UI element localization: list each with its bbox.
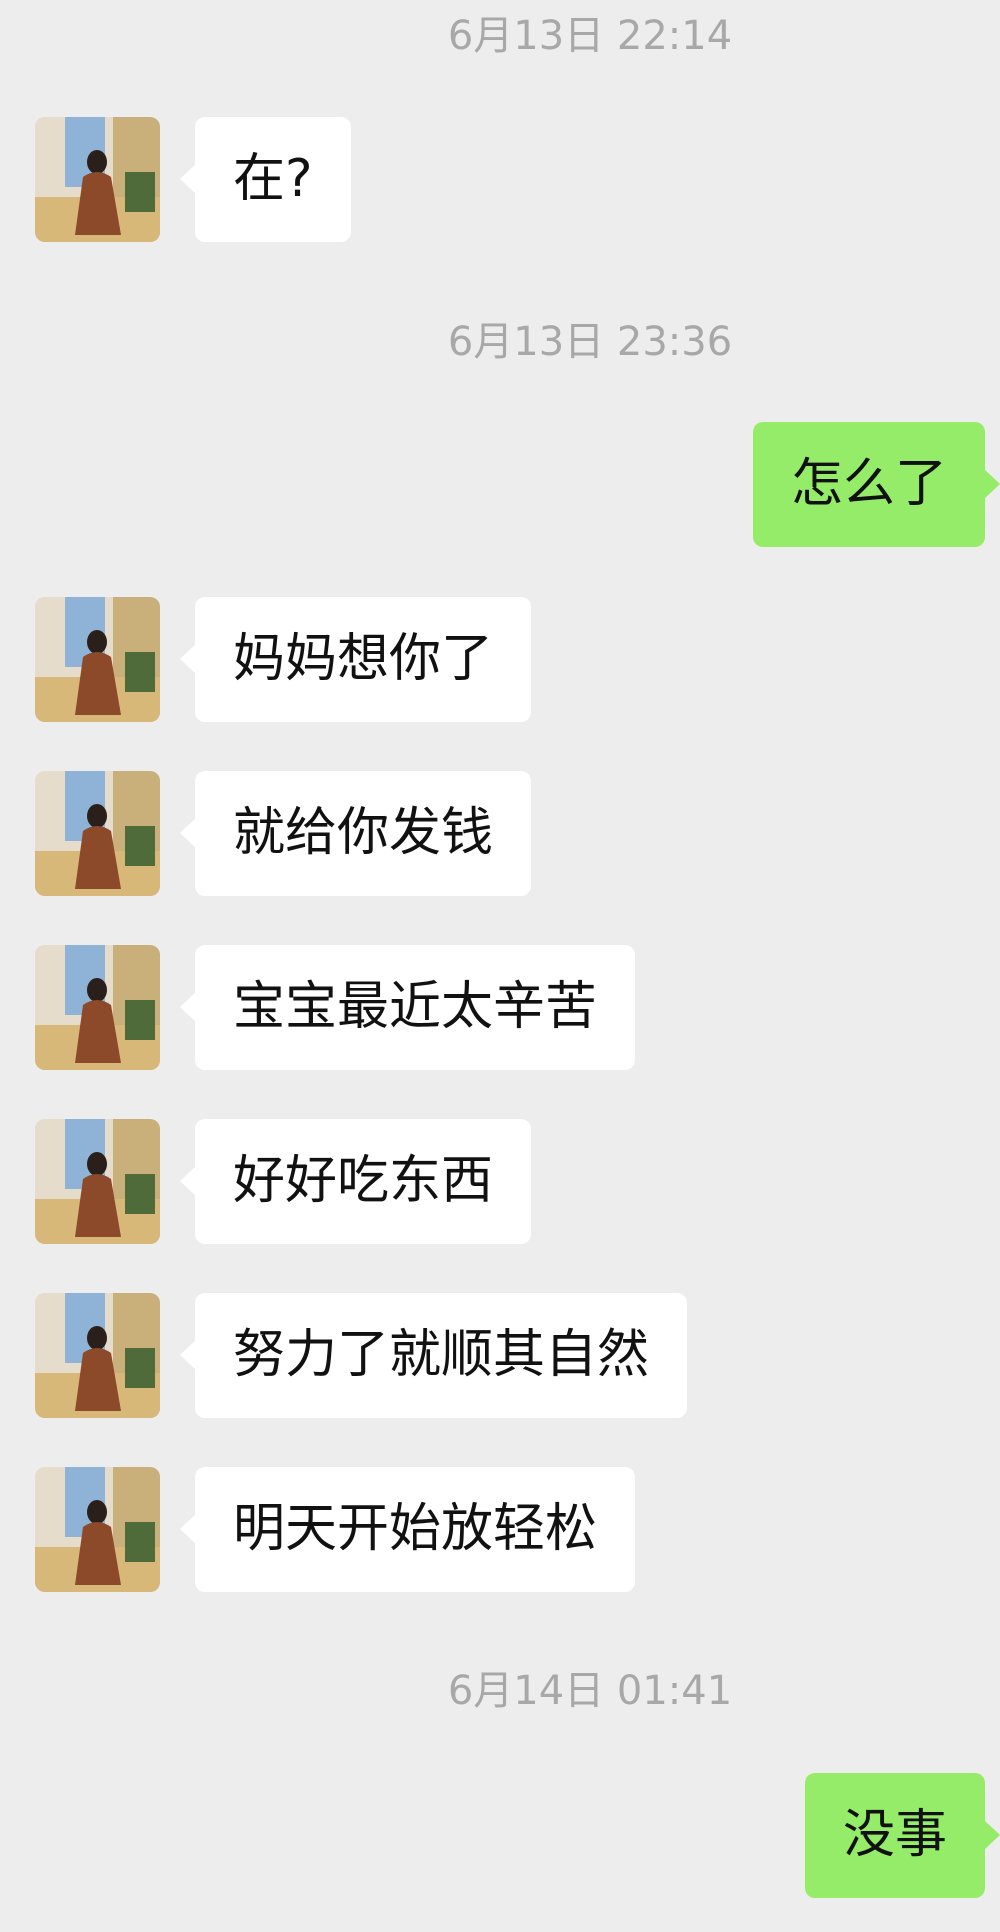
message-bubble[interactable]: 努力了就顺其自然: [179, 1293, 688, 1418]
avatar[interactable]: [35, 117, 160, 242]
timestamp: 6月14日 01:41: [447, 1668, 733, 1714]
message-bubble[interactable]: 怎么了: [752, 422, 1000, 547]
message-bubble[interactable]: 没事: [804, 1773, 1000, 1898]
contact-photo-avatar-icon: [35, 117, 160, 242]
message-bubble[interactable]: 宝宝最近太辛苦: [179, 945, 636, 1070]
avatar[interactable]: [35, 1119, 160, 1244]
timestamp: 6月13日 22:14: [447, 13, 733, 59]
message-bubble[interactable]: 就给你发钱: [179, 771, 532, 896]
message-bubble[interactable]: 在?: [180, 117, 351, 242]
contact-photo-avatar-icon: [35, 597, 160, 722]
avatar[interactable]: [35, 945, 160, 1070]
contact-photo-avatar-icon: [35, 945, 160, 1070]
message-bubble[interactable]: 妈妈想你了: [179, 597, 532, 722]
contact-photo-avatar-icon: [35, 771, 160, 896]
avatar[interactable]: [35, 1293, 160, 1418]
avatar[interactable]: [35, 597, 160, 722]
contact-photo-avatar-icon: [35, 1293, 160, 1418]
message-bubble[interactable]: 好好吃东西: [179, 1119, 532, 1244]
timestamp: 6月13日 23:36: [447, 319, 733, 365]
contact-photo-avatar-icon: [35, 1119, 160, 1244]
contact-photo-avatar-icon: [35, 1467, 160, 1592]
avatar[interactable]: [35, 771, 160, 896]
message-bubble[interactable]: 明天开始放轻松: [179, 1467, 636, 1592]
avatar[interactable]: [35, 1467, 160, 1592]
